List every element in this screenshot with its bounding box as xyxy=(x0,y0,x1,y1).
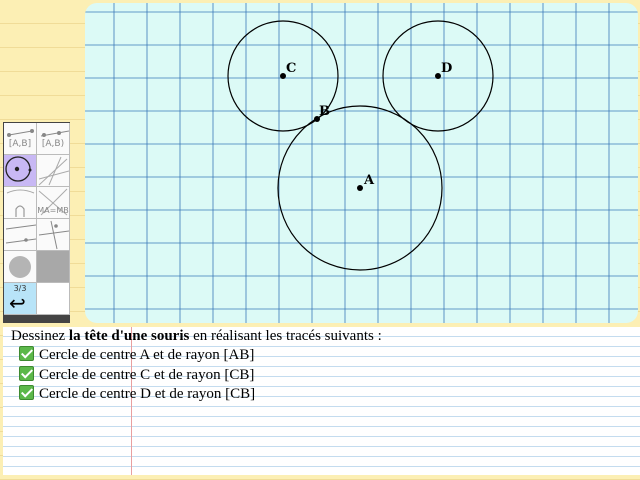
undo-arrow-icon: ↩ xyxy=(9,291,26,315)
instructions-panel: Dessinez la tête d'une souris en réalisa… xyxy=(3,327,640,475)
gray-disc-icon xyxy=(9,256,31,278)
empty-tool-slot xyxy=(37,283,70,315)
task-item: Cercle de centre C et de rayon [CB] xyxy=(19,366,254,384)
lines-icon xyxy=(38,156,69,186)
point-c-label: C xyxy=(286,61,296,76)
tool-palette: [A,B] [A,B) MA=MB 3/3 ↩ xyxy=(3,122,70,323)
task-item: Cercle de centre A et de rayon [AB] xyxy=(19,346,254,364)
instruction-intro: Dessinez la tête d'une souris en réalisa… xyxy=(11,327,382,345)
arc-tool[interactable] xyxy=(4,187,37,219)
checkmark-icon xyxy=(19,346,34,361)
intro-text-start: Dessinez xyxy=(11,328,69,344)
segment-tool[interactable]: [A,B] xyxy=(4,123,37,155)
drawing-canvas[interactable]: A B C D xyxy=(85,3,638,323)
checkmark-icon xyxy=(19,385,34,400)
intro-text-bold: la tête d'une souris xyxy=(68,328,190,344)
intro-text-end: en réalisant les tracés suivants : xyxy=(189,328,382,344)
equidistant-tool-label: MA=MB xyxy=(37,206,69,215)
color-fill-tool[interactable] xyxy=(4,251,37,283)
parallel-lines-icon xyxy=(5,224,36,244)
grid-lines xyxy=(85,3,638,323)
equidistant-tool[interactable]: MA=MB xyxy=(37,187,70,219)
undo-button[interactable]: 3/3 ↩ xyxy=(4,283,37,315)
arc-icon xyxy=(6,189,35,217)
task-text: Cercle de centre D et de rayon [CB] xyxy=(39,386,256,402)
color-swatch-tool[interactable] xyxy=(37,251,70,283)
circle-tool[interactable] xyxy=(4,155,37,187)
perpendicular-icon xyxy=(38,220,69,250)
perpendicular-tool[interactable] xyxy=(37,219,70,251)
ray-tool[interactable]: [A,B) xyxy=(37,123,70,155)
toolbar-footer xyxy=(4,315,69,322)
ray-tool-label: [A,B) xyxy=(41,139,65,149)
line-tool[interactable] xyxy=(37,155,70,187)
point-a-label: A xyxy=(363,173,375,188)
geometry-figure[interactable]: A B C D xyxy=(85,3,638,323)
point-a[interactable] xyxy=(357,185,363,191)
point-b-label: B xyxy=(319,104,330,119)
task-item: Cercle de centre D et de rayon [CB] xyxy=(19,385,255,403)
parallel-tool[interactable] xyxy=(4,219,37,251)
checkmark-icon xyxy=(19,366,34,381)
task-text: Cercle de centre A et de rayon [AB] xyxy=(39,347,255,363)
circle-icon xyxy=(5,156,32,182)
segment-tool-label: [A,B] xyxy=(8,139,32,149)
task-text: Cercle de centre C et de rayon [CB] xyxy=(39,367,255,383)
point-d-label: D xyxy=(441,61,452,76)
